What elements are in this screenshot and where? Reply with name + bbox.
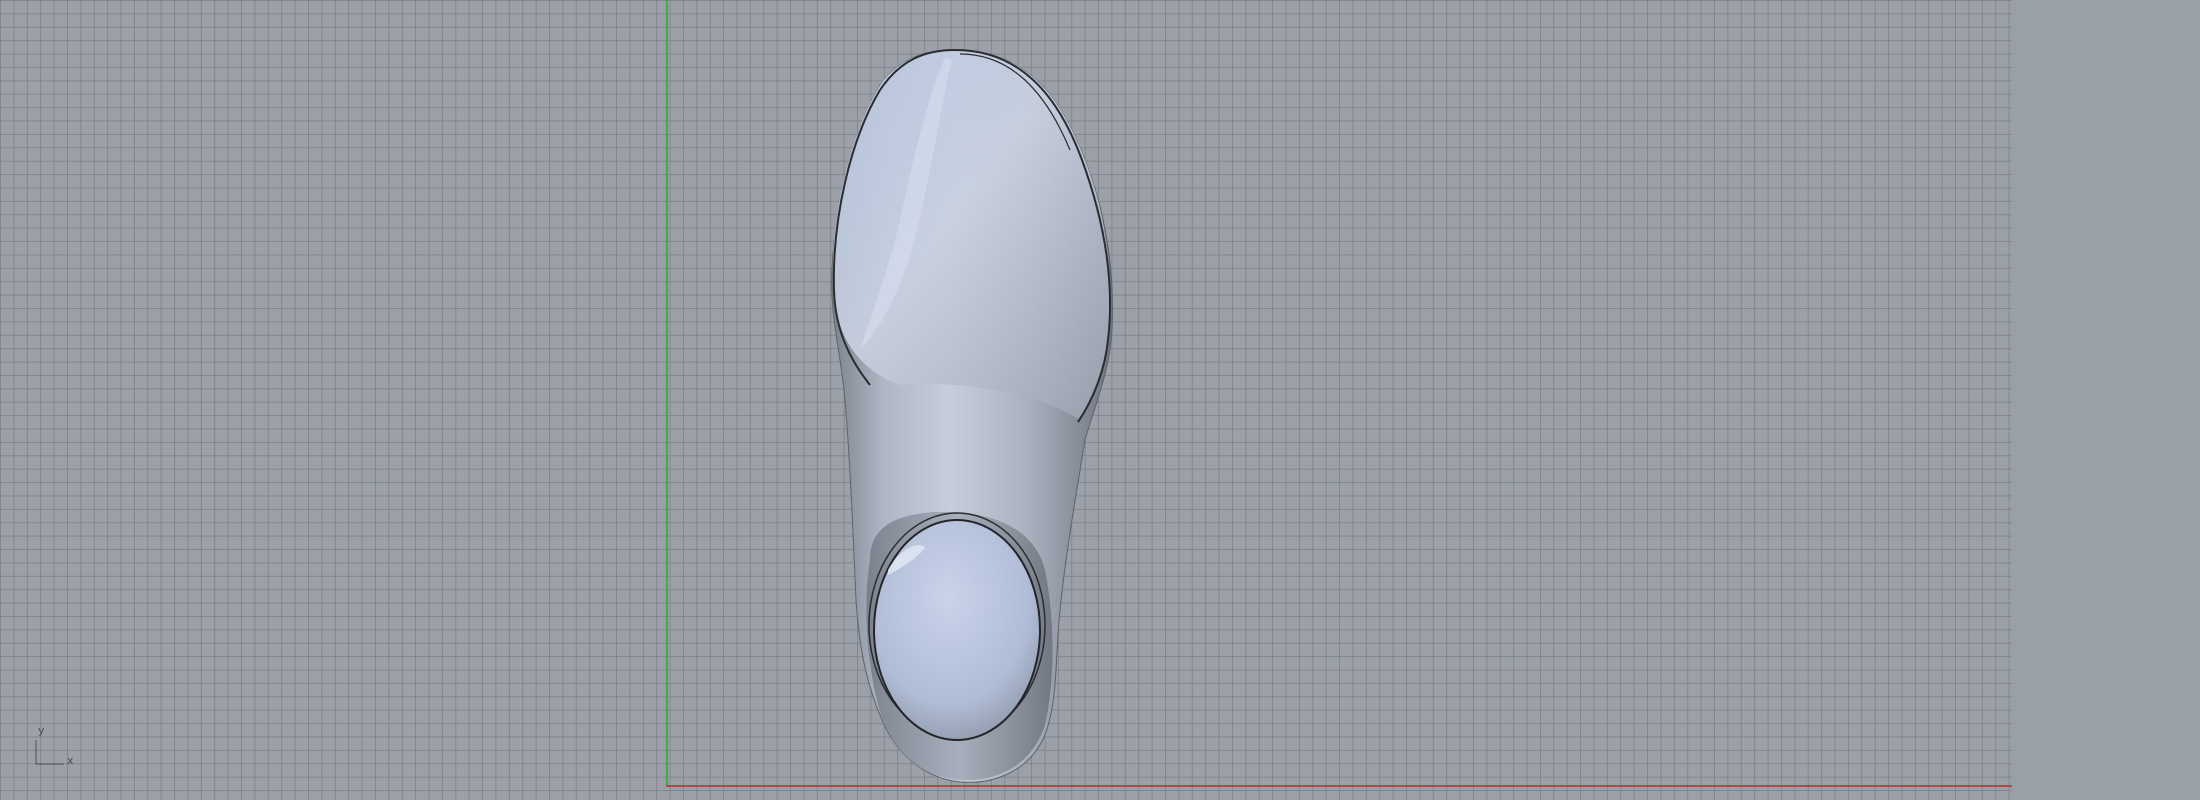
x-axis-label: x bbox=[67, 754, 74, 767]
forepart-dome-surface bbox=[832, 50, 1111, 420]
xy-axes-icon: y x bbox=[30, 720, 90, 770]
shoe-last-model[interactable] bbox=[0, 0, 2012, 800]
right-side-panel bbox=[2012, 0, 2200, 800]
last-opening-surface[interactable] bbox=[873, 519, 1041, 741]
top-viewport[interactable]: y x bbox=[0, 0, 2012, 800]
rhino-app: y x bbox=[0, 0, 2200, 800]
y-axis-label: y bbox=[38, 724, 45, 737]
